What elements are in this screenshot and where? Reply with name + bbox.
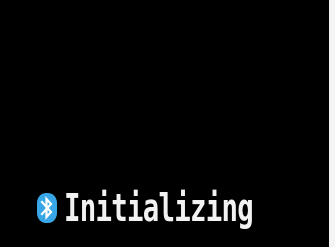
status-row: Initializing [36,186,327,230]
bluetooth-icon [37,193,57,223]
device-screen: Initializing [0,0,335,247]
status-text: Initializing [64,186,254,230]
